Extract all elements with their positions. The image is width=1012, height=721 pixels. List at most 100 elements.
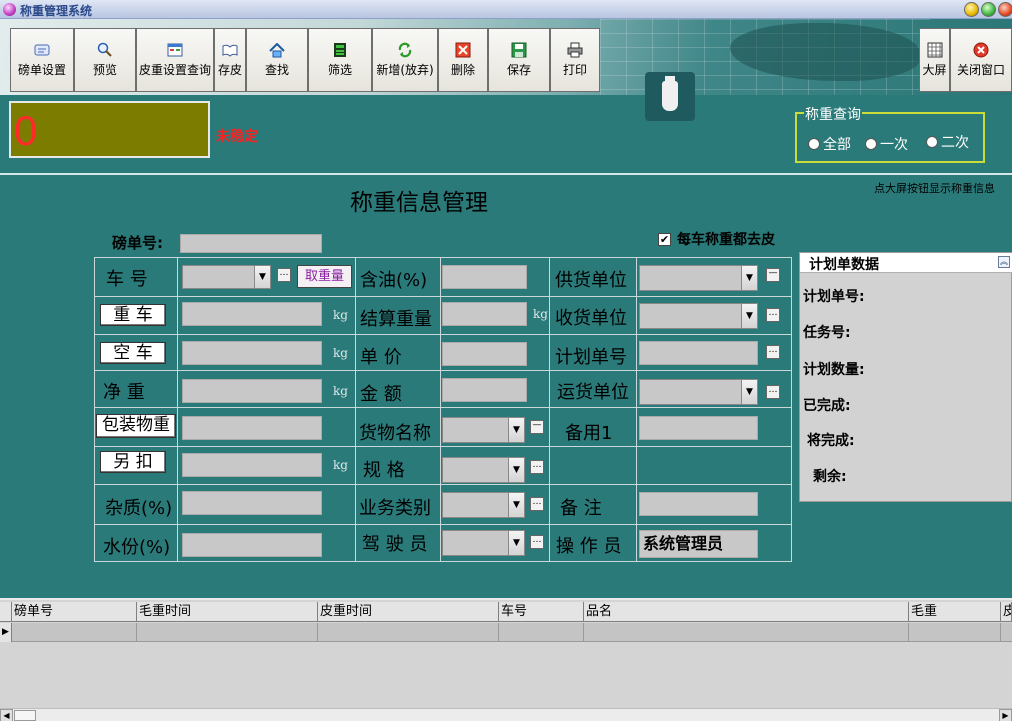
floppy-icon [511, 42, 527, 58]
spec-combo[interactable]: ▼ [442, 457, 525, 483]
moisture-field[interactable] [182, 533, 322, 557]
supplier-combo[interactable]: ▼ [639, 265, 758, 291]
dropdown-arrow-icon: ▼ [508, 531, 524, 555]
amount-field[interactable] [442, 378, 527, 402]
tare-each-time-label: 每车称重都去皮 [677, 232, 775, 248]
table-cell[interactable] [318, 623, 499, 642]
column-tare[interactable]: 皮 [1001, 602, 1012, 622]
maximize-button[interactable] [981, 2, 996, 17]
car-no-more-button[interactable]: … [277, 268, 291, 282]
column-gross[interactable]: 毛重 [909, 602, 1001, 622]
plan-qty-info: 计划数量: [803, 362, 865, 378]
row-pointer-icon: ▶ [0, 623, 12, 642]
table-cell[interactable] [137, 623, 318, 642]
extra-deduct-field[interactable] [182, 453, 322, 477]
spec-label: 规 格 [363, 460, 405, 481]
car-no-combo[interactable]: ▼ [182, 265, 271, 289]
add-new-button[interactable]: 新增(放弃) [372, 28, 438, 92]
big-screen-hint: 点大屏按钮显示称重信息 [874, 182, 995, 195]
scroll-right-icon[interactable]: ▶ [999, 709, 1012, 721]
plan-no-field[interactable] [639, 341, 758, 365]
goods-name-more-button[interactable]: — [530, 420, 544, 434]
extra-deduct-button[interactable]: 另 扣 [100, 451, 166, 473]
grid-line [94, 370, 792, 371]
big-screen-button[interactable]: 大屏 [919, 28, 950, 92]
get-weight-button[interactable]: 取重量 [297, 265, 352, 288]
driver-combo[interactable]: ▼ [442, 530, 525, 556]
impurity-field[interactable] [182, 491, 322, 515]
remark-label: 备 注 [560, 498, 602, 519]
unit-price-field[interactable] [442, 342, 527, 366]
filter-button[interactable]: 筛选 [308, 28, 372, 92]
save-tare-button[interactable]: 存皮 [214, 28, 246, 92]
tare-weight-field[interactable] [182, 341, 322, 365]
package-weight-button[interactable]: 包装物重 [96, 414, 176, 438]
biz-type-more-button[interactable]: … [530, 497, 544, 511]
oil-field[interactable] [442, 265, 527, 289]
print-label: 打印 [562, 63, 587, 77]
scroll-left-icon[interactable]: ◀ [0, 709, 13, 721]
delete-button[interactable]: 删除 [438, 28, 488, 92]
ticket-no-field[interactable] [180, 234, 322, 253]
carrier-combo[interactable]: ▼ [639, 379, 758, 405]
table-row[interactable]: ▶ [0, 623, 1012, 642]
column-car-no[interactable]: 车号 [499, 602, 584, 622]
tare-query-button[interactable]: 皮重设置查询 [136, 28, 214, 92]
column-goods-name[interactable]: 品名 [584, 602, 909, 622]
minimize-button[interactable] [964, 2, 979, 17]
radio-once[interactable]: 一次 [865, 134, 908, 154]
goods-name-combo[interactable]: ▼ [442, 417, 525, 443]
column-ticket-no[interactable]: 磅单号 [12, 602, 137, 622]
driver-more-button[interactable]: … [530, 535, 544, 549]
tare-query-label: 皮重设置查询 [138, 63, 211, 77]
delete-label: 删除 [450, 63, 475, 77]
radio-twice[interactable]: 二次 [926, 132, 969, 152]
tare-each-time-checkbox[interactable]: ✔ 每车称重都去皮 [658, 229, 775, 249]
table-cell[interactable] [499, 623, 584, 642]
close-icon [973, 42, 989, 58]
radio-all[interactable]: 全部 [808, 134, 851, 154]
collapse-icon[interactable]: ︽ [998, 256, 1010, 268]
gross-weight-button[interactable]: 重 车 [100, 304, 166, 326]
amount-label: 金 额 [360, 384, 402, 405]
window-close-button[interactable] [998, 2, 1012, 17]
car-no-label: 车 号 [106, 269, 148, 290]
print-button[interactable]: 打印 [550, 28, 600, 92]
receiver-more-button[interactable]: … [766, 308, 780, 322]
tare-weight-button[interactable]: 空 车 [100, 342, 166, 364]
table-cell[interactable] [584, 623, 909, 642]
package-weight-field[interactable] [182, 416, 322, 440]
spec-more-button[interactable]: … [530, 460, 544, 474]
close-window-button[interactable]: 关闭窗口 [950, 28, 1012, 92]
biz-type-combo[interactable]: ▼ [442, 492, 525, 518]
column-gross-time[interactable]: 毛重时间 [137, 602, 318, 622]
grid-line [94, 296, 792, 297]
horizontal-scrollbar[interactable]: ◀ ▶ [0, 708, 1012, 721]
carrier-more-button[interactable]: … [766, 385, 780, 399]
settle-weight-field[interactable] [442, 302, 527, 326]
plan-no-more-button[interactable]: … [766, 345, 780, 359]
weigh-settings-button[interactable]: 磅单设置 [10, 28, 74, 92]
moisture-label: 水份(%) [103, 537, 171, 558]
operator-field[interactable]: 系统管理员 [639, 530, 758, 558]
receiver-label: 收货单位 [555, 308, 627, 329]
oil-label: 含油(%) [360, 270, 428, 291]
dropdown-arrow-icon: ▼ [741, 380, 757, 404]
remark-field[interactable] [639, 492, 758, 516]
save-button[interactable]: 保存 [488, 28, 550, 92]
tare-unit: kg [333, 346, 348, 360]
form-icon [167, 42, 183, 58]
table-cell[interactable] [909, 623, 1001, 642]
receiver-combo[interactable]: ▼ [639, 303, 758, 329]
supplier-more-button[interactable]: — [766, 268, 780, 282]
find-button[interactable]: 查找 [246, 28, 308, 92]
table-cell[interactable] [12, 623, 137, 642]
net-weight-field[interactable] [182, 379, 322, 403]
gross-weight-field[interactable] [182, 302, 322, 326]
settle-weight-label: 结算重量 [360, 309, 432, 330]
preview-button[interactable]: 预览 [74, 28, 136, 92]
scroll-thumb[interactable] [14, 710, 36, 721]
spare1-field[interactable] [639, 416, 758, 440]
column-tare-time[interactable]: 皮重时间 [318, 602, 499, 622]
magnifier-icon [97, 42, 113, 58]
